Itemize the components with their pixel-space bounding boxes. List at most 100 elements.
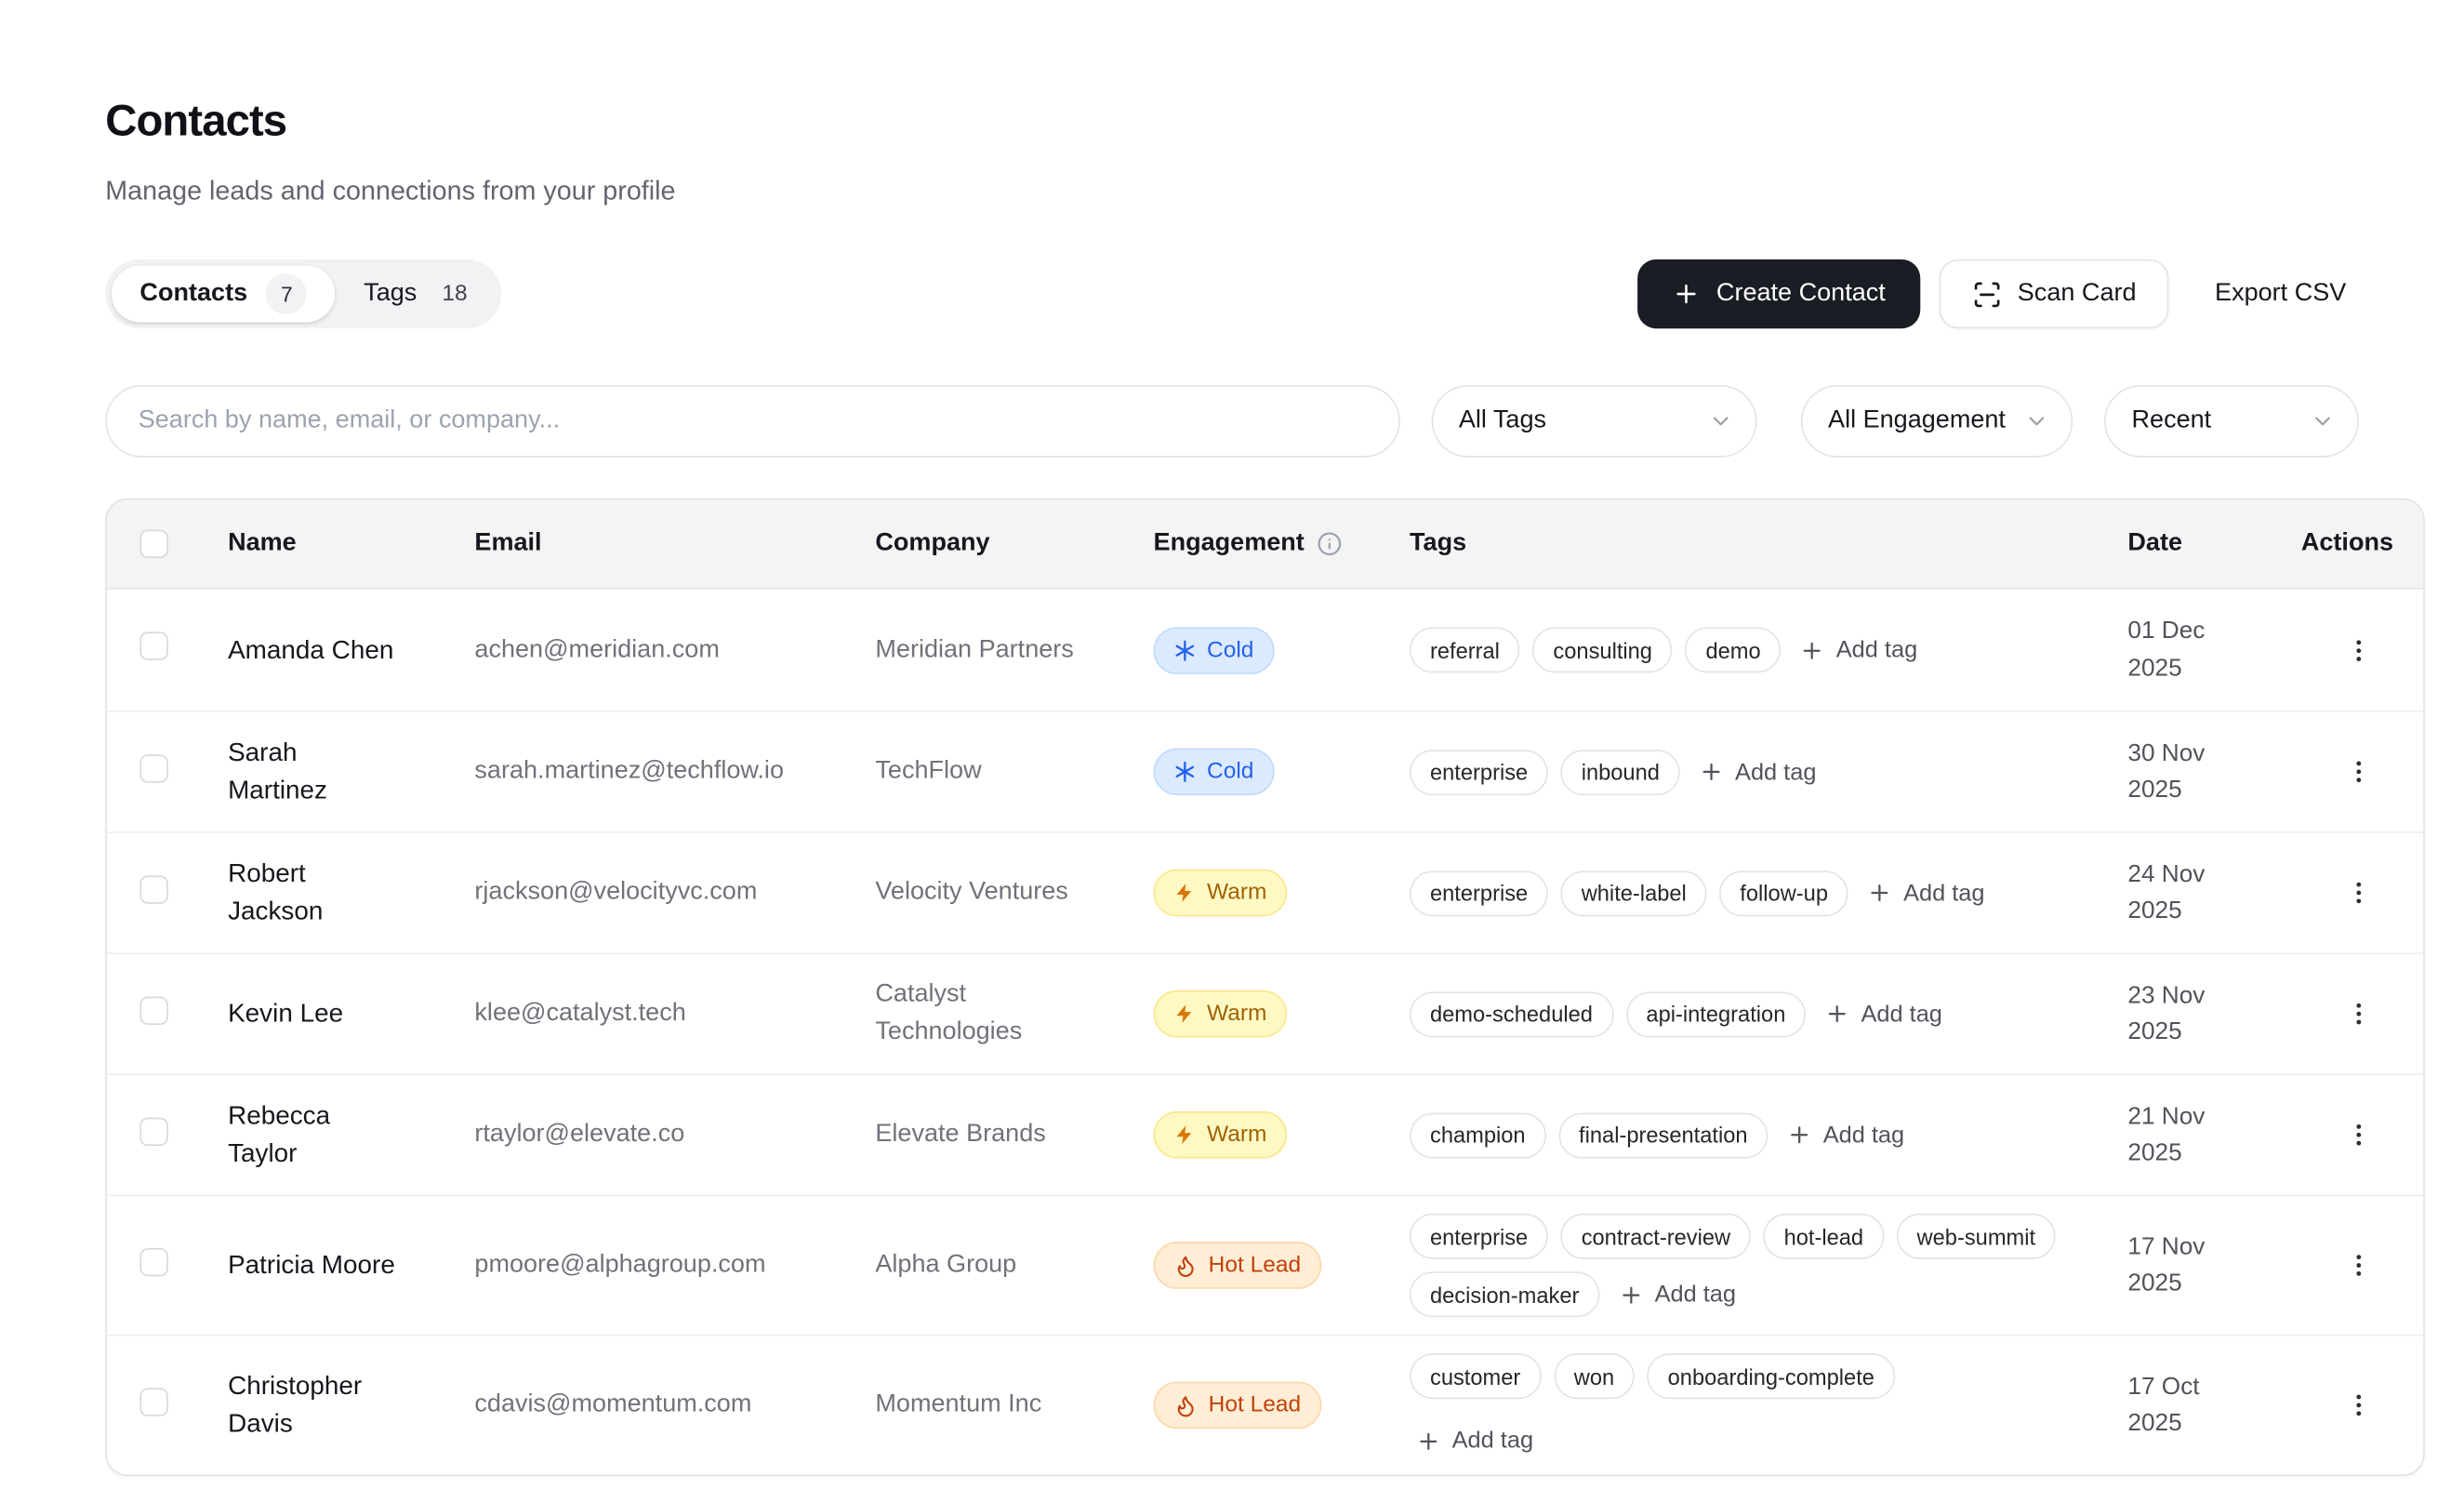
engagement-cell: Warm [1154, 1111, 1410, 1159]
tag-pill[interactable]: inbound [1561, 749, 1680, 794]
contact-company: Elevate Brands [875, 1116, 1111, 1154]
select-all-checkbox[interactable] [139, 530, 167, 558]
scan-card-button[interactable]: Scan Card [1939, 259, 2169, 328]
engagement-filter-value: All Engagement [1828, 407, 2006, 435]
column-header-engagement: Engagement [1154, 530, 1410, 558]
filters-bar: All Tags All Engagement Recent [105, 385, 2359, 458]
kebab-menu-button[interactable] [2338, 872, 2379, 913]
row-checkbox[interactable] [139, 1117, 167, 1145]
header-checkbox-cell [139, 530, 228, 558]
tag-pill[interactable]: demo [1685, 627, 1781, 672]
snowflake-icon [1174, 761, 1197, 783]
tag-pill[interactable]: final-presentation [1558, 1112, 1768, 1158]
engagement-badge: Warm [1154, 1111, 1288, 1159]
row-checkbox[interactable] [139, 996, 167, 1024]
add-tag-button[interactable]: Add tag [1781, 1119, 1911, 1151]
tag-pill[interactable]: won [1554, 1353, 1635, 1399]
export-csv-button[interactable]: Export CSV [2203, 259, 2359, 328]
table-row: Kevin Lee klee@catalyst.tech Catalyst Te… [107, 952, 2423, 1073]
date-cell: 17 Oct 2025 [2076, 1368, 2285, 1442]
search-input[interactable] [139, 407, 1368, 435]
engagement-label: Warm [1207, 1123, 1266, 1148]
row-checkbox[interactable] [139, 631, 167, 659]
plus-icon [1673, 280, 1701, 308]
contact-date: 24 Nov 2025 [2127, 856, 2237, 929]
row-checkbox[interactable] [139, 1388, 167, 1416]
plus-icon [1416, 1428, 1441, 1453]
tag-pill[interactable]: contract-review [1561, 1214, 1751, 1259]
tag-pill[interactable]: champion [1410, 1112, 1546, 1158]
add-tag-button[interactable]: Add tag [1410, 1424, 1540, 1456]
kebab-menu-button[interactable] [2338, 1385, 2379, 1426]
tag-pill[interactable]: web-summit [1897, 1214, 2056, 1259]
chevron-down-icon [2025, 408, 2050, 433]
bolt-icon [1174, 1123, 1197, 1146]
tag-pill[interactable]: decision-maker [1410, 1271, 1599, 1317]
toolbar: Contacts 7 Tags 18 Create Contact [105, 259, 2359, 328]
create-contact-button[interactable]: Create Contact [1637, 259, 1920, 328]
engagement-label: Warm [1207, 880, 1266, 905]
contact-company: Momentum Inc [875, 1387, 1111, 1425]
kebab-menu-button[interactable] [2338, 993, 2379, 1034]
contacts-table: Name Email Company Engagement Tags Date … [105, 499, 2425, 1476]
column-header-date: Date [2076, 530, 2285, 558]
plus-icon [1825, 1002, 1850, 1027]
kebab-menu-button[interactable] [2338, 630, 2379, 671]
contact-name: Sarah Martinez [228, 734, 403, 809]
row-checkbox[interactable] [139, 875, 167, 903]
row-checkbox[interactable] [139, 1247, 167, 1275]
tag-pill[interactable]: enterprise [1410, 749, 1548, 794]
contact-name: Amanda Chen [228, 631, 403, 670]
tag-pill[interactable]: consulting [1532, 627, 1672, 672]
engagement-badge: Warm [1154, 870, 1288, 917]
actions-cell [2285, 1385, 2423, 1426]
table-row: Christopher Davis cdavis@momentum.com Mo… [107, 1335, 2423, 1474]
engagement-cell: Hot Lead [1154, 1382, 1410, 1429]
chevron-down-icon [2310, 408, 2335, 433]
table-row: Robert Jackson rjackson@velocityvc.com V… [107, 831, 2423, 952]
column-header-company: Company [875, 530, 1153, 558]
sort-dropdown[interactable]: Recent [2105, 385, 2359, 458]
engagement-badge: Cold [1154, 627, 1275, 674]
add-tag-button[interactable]: Add tag [1612, 1278, 1742, 1310]
kebab-menu-button[interactable] [2338, 751, 2379, 792]
kebab-menu-button[interactable] [2338, 1114, 2379, 1155]
add-tag-button[interactable]: Add tag [1819, 997, 1949, 1030]
info-icon[interactable] [1317, 531, 1342, 556]
tag-pill[interactable]: onboarding-complete [1648, 1353, 1895, 1399]
tab-contacts[interactable]: Contacts 7 [112, 266, 336, 323]
tab-tags[interactable]: Tags 18 [336, 266, 496, 323]
engagement-cell: Cold [1154, 627, 1410, 674]
contacts-page: Contacts Manage leads and connections fr… [0, 0, 2464, 1476]
contact-email: achen@meridian.com [474, 631, 875, 670]
kebab-menu-button[interactable] [2338, 1245, 2379, 1286]
add-tag-button[interactable]: Add tag [1794, 633, 1924, 666]
contact-company: Meridian Partners [875, 631, 1111, 670]
engagement-badge: Cold [1154, 748, 1275, 795]
actions-cell [2285, 993, 2423, 1034]
engagement-filter-dropdown[interactable]: All Engagement [1801, 385, 2073, 458]
sort-value: Recent [2132, 407, 2212, 435]
tag-pill[interactable]: customer [1410, 1353, 1541, 1399]
chevron-down-icon [1709, 408, 1734, 433]
tag-pill[interactable]: follow-up [1719, 870, 1848, 915]
add-tag-label: Add tag [1903, 880, 1984, 907]
tag-pill[interactable]: demo-scheduled [1410, 991, 1613, 1037]
tag-pill[interactable]: hot-lead [1764, 1214, 1884, 1259]
page-subtitle: Manage leads and connections from your p… [105, 175, 2359, 209]
add-tag-button[interactable]: Add tag [1692, 755, 1822, 788]
plus-icon [1699, 759, 1724, 784]
row-checkbox[interactable] [139, 753, 167, 781]
tag-pill[interactable]: referral [1410, 627, 1520, 672]
add-tag-button[interactable]: Add tag [1861, 876, 1991, 909]
contact-name: Robert Jackson [228, 855, 403, 930]
contact-name: Kevin Lee [228, 995, 403, 1033]
checkbox-cell [139, 996, 228, 1032]
tag-pill[interactable]: api-integration [1625, 991, 1806, 1037]
tag-pill[interactable]: enterprise [1410, 1214, 1548, 1259]
page-header: Contacts Manage leads and connections fr… [105, 94, 2359, 208]
tags-filter-dropdown[interactable]: All Tags [1432, 385, 1757, 458]
tag-pill[interactable]: white-label [1561, 870, 1707, 915]
tag-pill[interactable]: enterprise [1410, 870, 1548, 915]
engagement-label: Hot Lead [1209, 1253, 1301, 1278]
